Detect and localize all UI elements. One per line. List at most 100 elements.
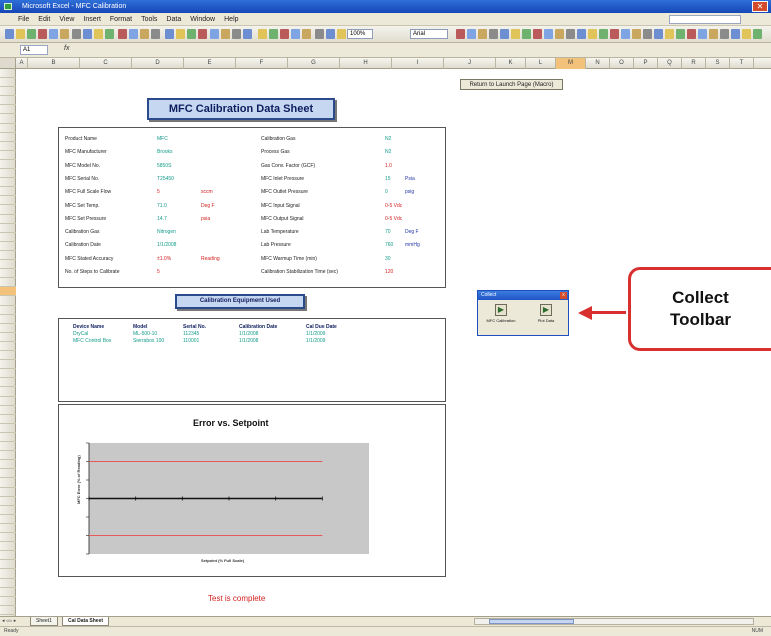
toolbar-button[interactable] bbox=[753, 29, 762, 39]
toolbar-button[interactable] bbox=[5, 29, 14, 39]
toolbar-button[interactable] bbox=[105, 29, 114, 39]
row-header[interactable] bbox=[0, 551, 16, 561]
toolbar-button[interactable] bbox=[632, 29, 641, 39]
sheet-tab-1[interactable]: Sheet1 bbox=[30, 617, 58, 626]
select-all-button[interactable] bbox=[0, 58, 16, 69]
row-header[interactable] bbox=[0, 342, 16, 351]
row-header[interactable] bbox=[0, 251, 16, 260]
row-header[interactable] bbox=[0, 515, 16, 524]
row-header[interactable] bbox=[0, 533, 16, 543]
toolbar-button[interactable] bbox=[243, 29, 252, 39]
row-header[interactable] bbox=[0, 488, 16, 497]
menu-help[interactable]: Help bbox=[224, 16, 238, 23]
toolbar-button[interactable] bbox=[49, 29, 58, 39]
toolbar-button[interactable] bbox=[478, 29, 487, 39]
column-header-h[interactable]: H bbox=[340, 58, 392, 69]
sheet-tab-2[interactable]: Cal Data Sheet bbox=[62, 617, 110, 626]
row-header[interactable] bbox=[0, 479, 16, 488]
row-header[interactable] bbox=[0, 105, 16, 115]
column-header-g[interactable]: G bbox=[288, 58, 340, 69]
column-header-n[interactable]: N bbox=[586, 58, 610, 69]
row-header[interactable] bbox=[0, 451, 16, 461]
toolbar-button[interactable] bbox=[687, 29, 696, 39]
column-header-b[interactable]: B bbox=[28, 58, 80, 69]
menu-file[interactable]: File bbox=[18, 16, 29, 23]
font-selector[interactable]: Arial bbox=[410, 29, 448, 39]
toolbar-button[interactable] bbox=[27, 29, 36, 39]
row-header[interactable] bbox=[0, 242, 16, 251]
row-header[interactable] bbox=[0, 269, 16, 279]
toolbar-button[interactable] bbox=[326, 29, 335, 39]
column-header-o[interactable]: O bbox=[610, 58, 634, 69]
row-header[interactable] bbox=[0, 215, 16, 224]
column-header-l[interactable]: L bbox=[526, 58, 556, 69]
row-header[interactable] bbox=[0, 497, 16, 506]
row-header[interactable] bbox=[0, 196, 16, 206]
column-header-j[interactable]: J bbox=[444, 58, 496, 69]
column-header-e[interactable]: E bbox=[184, 58, 236, 69]
menu-edit[interactable]: Edit bbox=[38, 16, 50, 23]
toolbar-button[interactable] bbox=[489, 29, 498, 39]
row-header[interactable] bbox=[0, 78, 16, 88]
row-header[interactable] bbox=[0, 369, 16, 379]
row-header[interactable] bbox=[0, 324, 16, 333]
row-header[interactable] bbox=[0, 315, 16, 324]
toolbar-button[interactable] bbox=[522, 29, 531, 39]
row-header[interactable] bbox=[0, 96, 16, 106]
row-header[interactable] bbox=[0, 187, 16, 197]
toolbar-button[interactable] bbox=[555, 29, 564, 39]
toolbar-button[interactable] bbox=[280, 29, 289, 39]
row-header[interactable] bbox=[0, 597, 16, 606]
toolbar-button[interactable] bbox=[511, 29, 520, 39]
row-header[interactable] bbox=[0, 306, 16, 315]
toolbar-button[interactable] bbox=[258, 29, 267, 39]
row-header[interactable] bbox=[0, 524, 16, 533]
menu-data[interactable]: Data bbox=[166, 16, 181, 23]
toolbar-button[interactable] bbox=[315, 29, 324, 39]
toolbar-button[interactable] bbox=[140, 29, 149, 39]
toolbar-button[interactable] bbox=[38, 29, 47, 39]
row-header[interactable] bbox=[0, 287, 16, 297]
row-header[interactable] bbox=[0, 133, 16, 142]
toolbar-button[interactable] bbox=[456, 29, 465, 39]
toolbar-button[interactable] bbox=[16, 29, 25, 39]
row-header[interactable] bbox=[0, 442, 16, 452]
column-header-r[interactable]: R bbox=[682, 58, 706, 69]
toolbar-button[interactable] bbox=[221, 29, 230, 39]
row-header[interactable] bbox=[0, 224, 16, 233]
row-header[interactable] bbox=[0, 233, 16, 242]
horizontal-scrollbar[interactable] bbox=[474, 618, 754, 625]
menu-insert[interactable]: Insert bbox=[83, 16, 101, 23]
toolbar-button[interactable] bbox=[610, 29, 619, 39]
row-header[interactable] bbox=[0, 151, 16, 160]
row-header[interactable] bbox=[0, 297, 16, 306]
tab-scroll-buttons[interactable]: ◂ ◃ ▹ ▸ bbox=[2, 617, 16, 626]
row-header[interactable] bbox=[0, 333, 16, 342]
row-header[interactable] bbox=[0, 124, 16, 133]
row-header[interactable] bbox=[0, 560, 16, 570]
toolbar-button[interactable] bbox=[742, 29, 751, 39]
menu-window[interactable]: Window bbox=[190, 16, 215, 23]
menu-format[interactable]: Format bbox=[110, 16, 132, 23]
plot-data-button[interactable]: ▶ Plot Data bbox=[528, 304, 564, 332]
row-header[interactable] bbox=[0, 115, 16, 124]
row-header[interactable] bbox=[0, 160, 16, 169]
toolbar-button[interactable] bbox=[588, 29, 597, 39]
return-to-launch-button[interactable]: Return to Launch Page (Macro) bbox=[460, 79, 563, 90]
toolbar-button[interactable] bbox=[337, 29, 346, 39]
toolbar-button[interactable] bbox=[731, 29, 740, 39]
toolbar-button[interactable] bbox=[676, 29, 685, 39]
horizontal-scroll-thumb[interactable] bbox=[489, 619, 574, 624]
row-header[interactable] bbox=[0, 424, 16, 433]
row-header[interactable] bbox=[0, 397, 16, 406]
row-header[interactable] bbox=[0, 178, 16, 188]
close-window-button[interactable]: ✕ bbox=[752, 1, 768, 12]
error-chart-panel[interactable]: Error vs. Setpoint MFC Error (% of Readi… bbox=[58, 404, 446, 577]
toolbar-button[interactable] bbox=[621, 29, 630, 39]
row-header[interactable] bbox=[0, 206, 16, 215]
toolbar-button[interactable] bbox=[654, 29, 663, 39]
row-header[interactable] bbox=[0, 542, 16, 552]
name-box[interactable]: A1 bbox=[20, 45, 48, 55]
column-header-a[interactable]: A bbox=[16, 58, 28, 69]
mfc-calibration-button[interactable]: ▶ MFC Calibration bbox=[483, 304, 519, 332]
